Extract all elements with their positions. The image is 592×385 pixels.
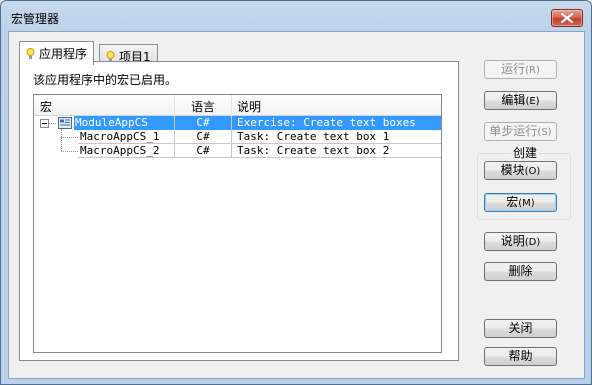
title-bar[interactable]: 宏管理器 [1, 1, 591, 31]
module-button-key: (O) [524, 166, 541, 177]
help-button[interactable]: 帮助 [484, 347, 557, 366]
macro-name-cell: ModuleAppCS [74, 116, 175, 130]
macro-name-cell: MacroAppCS_2 [78, 144, 175, 158]
macro-manager-window: 宏管理器 应用程序 项目1 该应用程序中的宏已启用。 宏 语言 说明 Modul… [0, 0, 592, 385]
list-header: 宏 语言 说明 [34, 95, 441, 116]
delete-button-label: 删除 [508, 264, 533, 278]
macro-button-key: (M) [518, 198, 535, 209]
table-row[interactable]: ModuleAppCS C# Exercise: Create text box… [34, 116, 441, 130]
describe-button-label: 说明 [500, 234, 525, 248]
run-button-key: (R) [525, 65, 540, 76]
step-run-button-key: (S) [537, 127, 552, 138]
lightbulb-icon [26, 48, 35, 63]
create-group-label: 创建 [511, 144, 540, 161]
description-cell: Task: Create text box 1 [232, 130, 441, 144]
describe-button[interactable]: 说明(D) [484, 232, 557, 251]
tab-application[interactable]: 应用程序 [19, 41, 95, 65]
macros-enabled-message: 该应用程序中的宏已启用。 [33, 73, 178, 87]
description-cell: Exercise: Create text boxes [232, 116, 441, 130]
edit-button[interactable]: 编辑(E) [484, 91, 557, 110]
module-button[interactable]: 模块(O) [484, 161, 557, 180]
run-button-label: 运行 [501, 62, 526, 76]
macro-button-label: 宏 [506, 195, 519, 209]
collapse-toggle[interactable] [40, 119, 49, 128]
help-button-label: 帮助 [508, 349, 533, 363]
step-run-button[interactable]: 单步运行(S) [484, 122, 557, 141]
column-header-description[interactable]: 说明 [232, 95, 441, 116]
close-button-label: 关闭 [508, 321, 533, 335]
table-row[interactable]: MacroAppCS_2 C# Task: Create text box 2 [34, 144, 441, 158]
edit-button-key: (E) [525, 96, 540, 107]
tab-application-label: 应用程序 [39, 47, 88, 61]
delete-button[interactable]: 删除 [484, 262, 557, 281]
description-cell: Task: Create text box 2 [232, 144, 441, 158]
tab-project1[interactable]: 项目1 [99, 44, 158, 64]
macro-button[interactable]: 宏(M) [484, 193, 557, 212]
step-run-button-label: 单步运行 [489, 124, 538, 138]
close-button[interactable]: 关闭 [484, 319, 557, 338]
table-row[interactable]: MacroAppCS_1 C# Task: Create text box 1 [34, 130, 441, 144]
macro-list[interactable]: 宏 语言 说明 ModuleAppCS C# Exercise: Create … [33, 94, 442, 353]
language-cell: C# [175, 144, 232, 158]
column-header-macro[interactable]: 宏 [34, 95, 175, 116]
close-icon [561, 13, 573, 23]
close-window-button[interactable] [551, 9, 583, 27]
window-title: 宏管理器 [11, 12, 60, 26]
language-cell: C# [175, 116, 232, 130]
module-button-label: 模块 [500, 163, 525, 177]
edit-button-label: 编辑 [501, 93, 526, 107]
run-button[interactable]: 运行(R) [484, 60, 557, 79]
language-cell: C# [175, 130, 232, 144]
column-header-language[interactable]: 语言 [175, 95, 232, 116]
macro-name-cell: MacroAppCS_1 [78, 130, 175, 144]
describe-button-key: (D) [524, 237, 541, 248]
